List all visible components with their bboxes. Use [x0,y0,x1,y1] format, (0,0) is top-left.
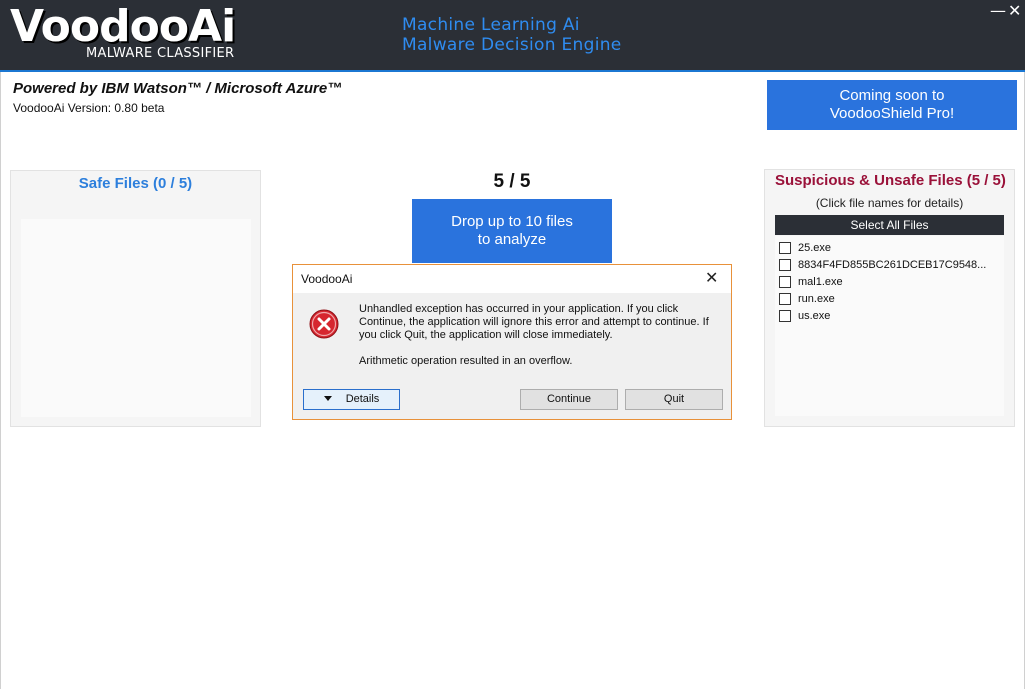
drop-files-button[interactable]: Drop up to 10 files to analyze [412,199,612,263]
powered-by-text: Powered by IBM Watson™ / Microsoft Azure… [13,80,343,97]
file-name[interactable]: us.exe [798,310,830,322]
file-checkbox[interactable] [779,276,791,288]
logo-subtitle: MALWARE CLASSIFIER [86,46,235,61]
window-border-left [0,72,1,689]
coming-soon-line2: VoodooShield Pro! [829,105,955,122]
error-dialog: VoodooAi ✕ Unhandled exception has occur… [292,264,732,420]
file-item[interactable]: 8834F4FD855BC261DCEB17C9548... [779,257,986,273]
file-item[interactable]: run.exe [779,291,835,307]
voodooai-logo: VoodooAi [10,1,236,52]
file-checkbox[interactable] [779,293,791,305]
file-checkbox[interactable] [779,310,791,322]
header-divider [0,70,1025,72]
file-name[interactable]: run.exe [798,293,835,305]
window-close-button[interactable]: ✕ [1008,2,1021,20]
app-header: VoodooAi MALWARE CLASSIFIER Machine Lear… [0,0,1025,70]
safe-files-panel: Safe Files (0 / 5) [10,170,261,427]
file-checkbox[interactable] [779,259,791,271]
version-text: VoodooAi Version: 0.80 beta [13,101,165,115]
suspicious-files-panel: Suspicious & Unsafe Files (5 / 5) (Click… [764,169,1015,427]
drop-files-line2: to analyze [477,231,547,248]
file-name[interactable]: 25.exe [798,242,831,254]
minimize-button[interactable]: — [990,2,1006,20]
suspicious-files-list: 25.exe 8834F4FD855BC261DCEB17C9548... ma… [775,236,1004,416]
file-name[interactable]: 8834F4FD855BC261DCEB17C9548... [798,259,986,271]
continue-button[interactable]: Continue [520,389,618,410]
coming-soon-line1: Coming soon to [839,87,945,104]
dialog-error-detail: Arithmetic operation resulted in an over… [359,355,573,367]
dialog-message: Unhandled exception has occurred in your… [359,303,709,341]
dialog-close-button[interactable]: ✕ [705,268,718,288]
tagline-line2: Malware Decision Engine [402,35,622,55]
details-button[interactable]: Details [303,389,400,410]
suspicious-files-hint: (Click file names for details) [815,196,964,210]
file-name[interactable]: mal1.exe [798,276,843,288]
chevron-down-icon [323,395,332,401]
select-all-files-button[interactable]: Select All Files [775,215,1004,235]
file-checkbox[interactable] [779,242,791,254]
safe-files-list[interactable] [21,219,251,417]
file-item[interactable]: us.exe [779,308,830,324]
quit-button[interactable]: Quit [625,389,723,410]
dialog-title: VoodooAi [301,272,353,286]
file-item[interactable]: mal1.exe [779,274,843,290]
analyzed-counter: 5 / 5 [493,171,531,192]
error-icon [309,309,339,339]
tagline-line1: Machine Learning Ai [402,15,580,35]
safe-files-title: Safe Files (0 / 5) [78,175,193,192]
coming-soon-button[interactable]: Coming soon to VoodooShield Pro! [767,80,1017,130]
file-item[interactable]: 25.exe [779,240,831,256]
drop-files-line1: Drop up to 10 files [451,213,573,230]
suspicious-files-title: Suspicious & Unsafe Files (5 / 5) [775,172,1006,189]
details-button-label: Details [345,393,380,405]
dialog-titlebar: VoodooAi ✕ [293,265,731,293]
